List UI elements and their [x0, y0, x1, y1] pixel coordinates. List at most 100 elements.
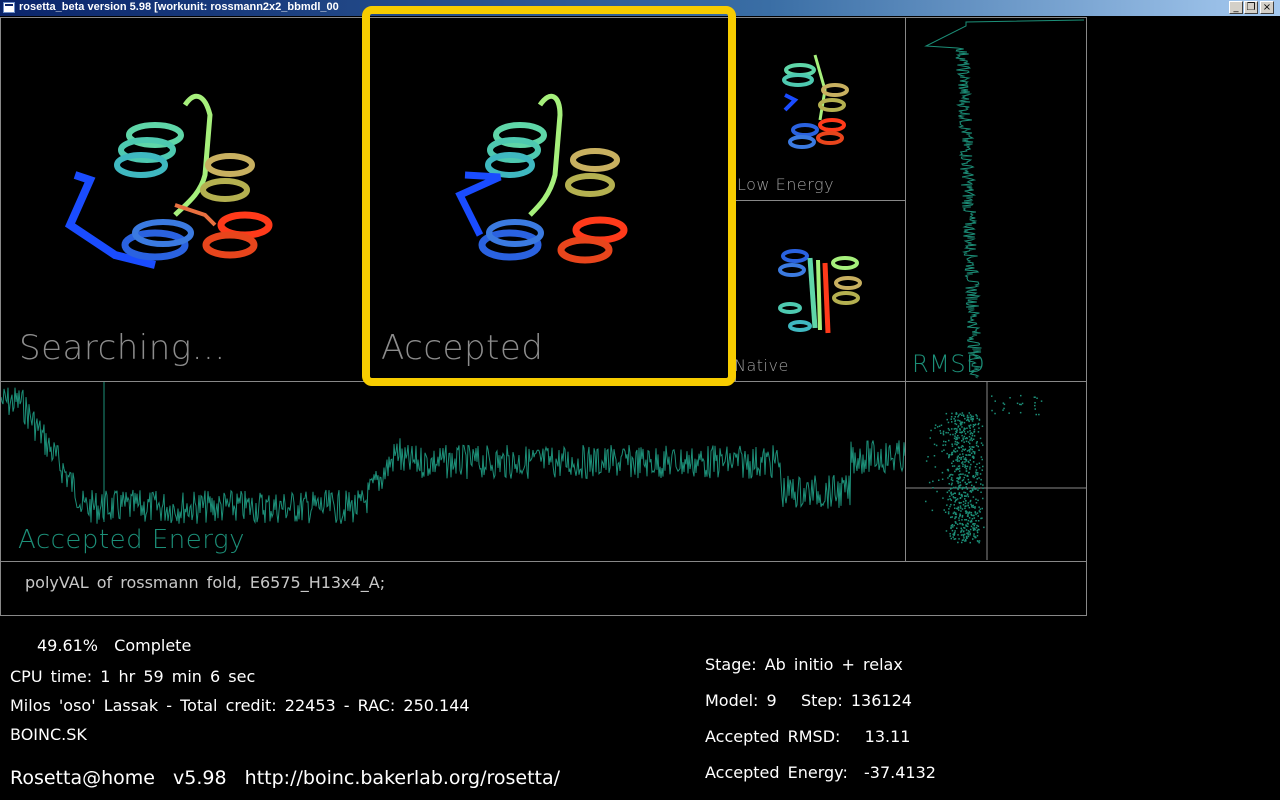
scatter-point: [942, 432, 945, 434]
minimize-button[interactable]: _: [1229, 1, 1243, 14]
scatter-point: [942, 444, 944, 446]
scatter-point: [973, 452, 976, 455]
energy-vs-rmsd-scatter: [906, 382, 1086, 560]
scatter-point: [972, 450, 974, 453]
scatter-point: [958, 474, 960, 476]
scatter-point: [962, 463, 964, 465]
scatter-point: [971, 420, 974, 422]
scatter-point: [962, 486, 964, 489]
scatter-point: [979, 437, 982, 440]
scatter-point: [1019, 403, 1021, 406]
scatter-point: [966, 537, 968, 539]
scatter-point: [960, 431, 963, 434]
scatter-point: [950, 503, 952, 506]
scatter-point: [975, 502, 978, 504]
scatter-point: [981, 507, 983, 510]
scatter-point: [961, 529, 963, 531]
scatter-point: [1034, 402, 1036, 404]
scatter-point: [953, 486, 955, 489]
scatter-point: [950, 527, 952, 530]
restore-button[interactable]: ❐: [1244, 1, 1258, 14]
scatter-point: [972, 489, 974, 491]
scatter-point: [965, 535, 968, 538]
scatter-point: [964, 491, 967, 494]
scatter-point: [965, 440, 968, 443]
scatter-point: [951, 479, 954, 482]
scatter-point: [973, 524, 975, 527]
scatter-point: [971, 439, 973, 442]
scatter-point: [964, 502, 967, 505]
scatter-point: [955, 438, 957, 441]
scatter-point: [971, 484, 973, 487]
workunit-description: polyVAL of rossmann fold, E6575_H13x4_A;: [25, 573, 386, 592]
scatter-point: [954, 422, 956, 425]
scatter-point: [959, 431, 961, 434]
scatter-point: [977, 489, 979, 491]
scatter-point: [947, 512, 950, 515]
scatter-point: [959, 513, 961, 515]
scatter-point: [965, 505, 967, 507]
scatter-point: [965, 465, 967, 468]
scatter-point: [962, 448, 964, 450]
scatter-point: [977, 472, 979, 474]
scatter-point: [964, 481, 966, 484]
scatter-point: [973, 517, 976, 519]
scatter-point: [964, 457, 967, 459]
scatter-point: [953, 532, 955, 535]
native-structure-image: [778, 249, 862, 334]
stage: Stage: Ab initio + relax: [705, 655, 903, 674]
scatter-point: [958, 437, 960, 439]
scatter-point: [972, 418, 974, 420]
scatter-point: [982, 484, 984, 486]
scatter-point: [957, 488, 959, 491]
scatter-point: [968, 412, 970, 414]
scatter-point: [947, 432, 949, 434]
scatter-point: [964, 498, 966, 500]
scatter-point: [958, 470, 961, 472]
scatter-point: [954, 538, 957, 540]
scatter-point: [962, 479, 965, 481]
scatter-point: [968, 446, 971, 448]
scatter-point: [949, 533, 951, 535]
scatter-point: [966, 493, 969, 495]
scatter-point: [966, 427, 968, 429]
scatter-point: [967, 515, 969, 517]
scatter-point: [948, 508, 950, 510]
scatter-point: [971, 446, 973, 448]
close-button[interactable]: ×: [1260, 1, 1274, 14]
scatter-point: [968, 517, 971, 519]
scatter-point: [991, 395, 993, 397]
scatter-point: [957, 425, 960, 427]
scatter-point: [972, 461, 975, 463]
scatter-point: [975, 442, 978, 444]
scatter-point: [954, 517, 956, 520]
scatter-point: [957, 446, 960, 449]
scatter-point: [942, 497, 944, 499]
scatter-point: [976, 463, 978, 465]
scatter-point: [953, 449, 955, 452]
scatter-point: [951, 421, 953, 423]
scatter-point: [950, 454, 952, 456]
scatter-point: [966, 488, 969, 490]
scatter-point: [970, 525, 973, 528]
scatter-point: [953, 504, 955, 506]
scatter-point: [963, 491, 965, 494]
scatter-point: [1038, 413, 1040, 416]
scatter-point: [965, 468, 968, 470]
scatter-point: [972, 438, 975, 440]
scatter-point: [947, 498, 949, 501]
scatter-point: [927, 456, 929, 458]
scatter-point: [967, 519, 970, 522]
scatter-point: [961, 514, 964, 517]
scatter-point: [967, 535, 970, 538]
scatter-point: [949, 433, 952, 436]
scatter-point: [982, 487, 984, 489]
scatter-point: [964, 527, 966, 529]
scatter-point: [963, 476, 965, 479]
scatter-point: [964, 538, 967, 541]
scatter-point: [963, 458, 965, 460]
scatter-point: [967, 431, 969, 433]
scatter-point: [947, 427, 950, 430]
scatter-point: [975, 469, 978, 471]
scatter-point: [951, 462, 953, 464]
